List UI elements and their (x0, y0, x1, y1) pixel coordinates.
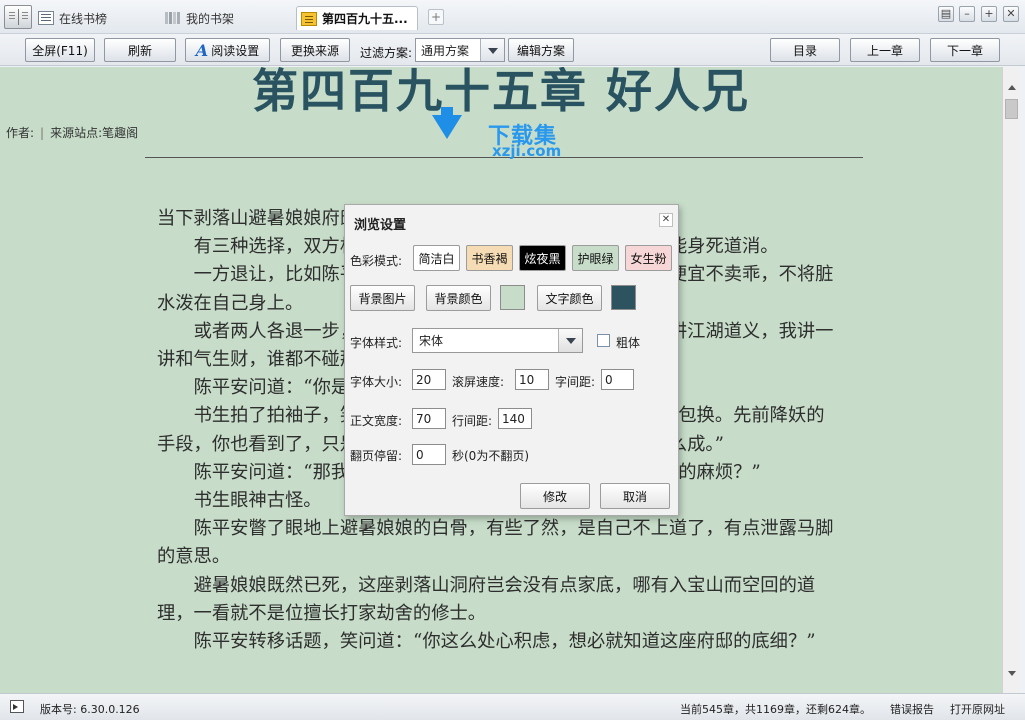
chapter-title: 第四百九十五章 好人兄 (251, 67, 750, 118)
font-style-value: 宋体 (419, 334, 444, 348)
page-stay-unit: 秒(0为不翻页) (452, 449, 529, 463)
chevron-down-icon[interactable] (558, 329, 582, 352)
text-width-input[interactable]: 70 (412, 408, 446, 429)
filter-value: 通用方案 (421, 43, 470, 58)
font-size-input[interactable]: 20 (412, 369, 446, 390)
chapter-meta: 作者: | 来源站点:笔趣阁 (6, 126, 139, 140)
prev-chapter-button[interactable]: 上一章 (850, 38, 920, 62)
browse-settings-dialog: 浏览设置 ✕ 色彩模式: 简洁白 书香褐 炫夜黑 护眼绿 女生粉 背景图片 背景… (344, 204, 679, 516)
mode-black-button[interactable]: 炫夜黑 (519, 245, 566, 271)
watermark-logo: 下载集 xzji.com (432, 107, 582, 161)
refresh-button[interactable]: 刷新 (104, 38, 176, 62)
list-icon (38, 11, 54, 25)
line-spacing-label: 行间距: (452, 414, 493, 428)
scroll-up-icon[interactable] (1004, 81, 1020, 97)
scroll-speed-input[interactable]: 10 (515, 369, 549, 390)
vertical-scrollbar[interactable] (1002, 67, 1020, 693)
chevron-down-icon[interactable] (480, 39, 504, 61)
scroll-down-icon[interactable] (1004, 665, 1020, 681)
paragraph: 陈平安瞥了眼地上避暑娘娘的白骨，有些了然，是自己不上道了，有点泄露马脚的意思。 (157, 518, 834, 568)
close-icon[interactable]: ✕ (659, 213, 673, 227)
letter-spacing-input[interactable]: 0 (601, 369, 634, 390)
page-stay-input[interactable]: 0 (412, 444, 446, 465)
mode-white-button[interactable]: 简洁白 (413, 245, 460, 271)
book-icon (301, 11, 317, 26)
status-bar: 版本号: 6.30.0.126 当前545章，共1169章，还剩624章。 错误… (0, 693, 1025, 720)
toc-button[interactable]: 目录 (770, 38, 840, 62)
tab-label: 我的书架 (186, 11, 235, 26)
text-color-button[interactable]: 文字颜色 (537, 285, 602, 311)
mode-pink-button[interactable]: 女生粉 (625, 245, 672, 271)
maximize-icon[interactable]: + (981, 6, 997, 22)
text-color-swatch[interactable] (611, 285, 636, 310)
font-size-label: 字体大小: (350, 375, 403, 389)
filter-select[interactable]: 通用方案 (415, 38, 505, 62)
page-stay-label: 翻页停留: (350, 449, 403, 463)
bg-color-button[interactable]: 背景颜色 (426, 285, 491, 311)
fullscreen-button[interactable]: 全屏(F11) (25, 38, 95, 62)
title-bar: 在线书榜 我的书架 第四百九十五... + ▤ – + ✕ (0, 0, 1025, 34)
filter-label: 过滤方案: (360, 46, 413, 60)
open-url-link[interactable]: 打开原网址 (950, 701, 1005, 717)
bg-image-button[interactable]: 背景图片 (350, 285, 415, 311)
error-report-link[interactable]: 错误报告 (890, 701, 934, 717)
toolbar: 全屏(F11) 刷新 A 阅读设置 更换来源 过滤方案: 通用方案 编辑方案 目… (0, 34, 1025, 66)
letter-spacing-label: 字间距: (555, 375, 596, 389)
source-label: 来源站点:笔趣阁 (50, 126, 139, 140)
author-label: 作者: (6, 126, 35, 140)
dialog-title: 浏览设置 (354, 218, 407, 233)
mode-green-button[interactable]: 护眼绿 (572, 245, 619, 271)
bg-color-swatch[interactable] (500, 285, 525, 310)
read-settings-label: 阅读设置 (211, 43, 260, 58)
scroll-speed-label: 滚屏速度: (452, 375, 505, 389)
sidebar-toggle-icon[interactable] (10, 700, 24, 713)
tab-online-rank[interactable]: 在线书榜 (38, 6, 156, 30)
app-logo-icon (4, 5, 32, 29)
scroll-thumb[interactable] (1005, 99, 1018, 119)
bold-label: 粗体 (616, 336, 641, 350)
font-style-label: 字体样式: (350, 336, 403, 350)
color-mode-label: 色彩模式: (350, 254, 403, 268)
mode-brown-button[interactable]: 书香褐 (466, 245, 513, 271)
progress-text: 当前545章，共1169章，还剩624章。 (680, 703, 871, 716)
version-text: 版本号: 6.30.0.126 (40, 703, 140, 716)
ok-button[interactable]: 修改 (520, 483, 590, 509)
cancel-button[interactable]: 取消 (600, 483, 670, 509)
font-style-select[interactable]: 宋体 (412, 328, 583, 353)
line-spacing-input[interactable]: 140 (498, 408, 532, 429)
bookshelf-icon (165, 11, 181, 25)
new-tab-icon[interactable]: + (428, 9, 444, 25)
tab-label: 在线书榜 (59, 11, 108, 26)
watermark-domain: xzji.com (492, 142, 562, 160)
download-arrow-head (432, 115, 462, 139)
bold-checkbox[interactable] (597, 334, 610, 347)
change-source-button[interactable]: 更换来源 (280, 38, 350, 62)
read-settings-button[interactable]: A 阅读设置 (185, 38, 270, 62)
tab-label: 第四百九十五... (322, 12, 408, 26)
minimize-icon[interactable]: – (959, 6, 975, 22)
paragraph: 避暑娘娘既然已死，这座剥落山洞府岂会没有点家底，哪有入宝山而空回的道理，一看就不… (157, 574, 816, 624)
text-width-label: 正文宽度: (350, 414, 403, 428)
paragraph: 陈平安转移话题，笑问道：“你这么处心积虑，想必就知道这座府邸的底细？” (193, 631, 816, 653)
tab-bookshelf[interactable]: 我的书架 (165, 6, 285, 30)
next-chapter-button[interactable]: 下一章 (930, 38, 1000, 62)
restore-icon[interactable]: ▤ (938, 6, 954, 22)
tab-current-chapter[interactable]: 第四百九十五... (296, 6, 418, 30)
edit-filter-button[interactable]: 编辑方案 (508, 38, 574, 62)
font-a-icon: A (195, 40, 209, 60)
close-icon[interactable]: ✕ (1003, 6, 1019, 22)
